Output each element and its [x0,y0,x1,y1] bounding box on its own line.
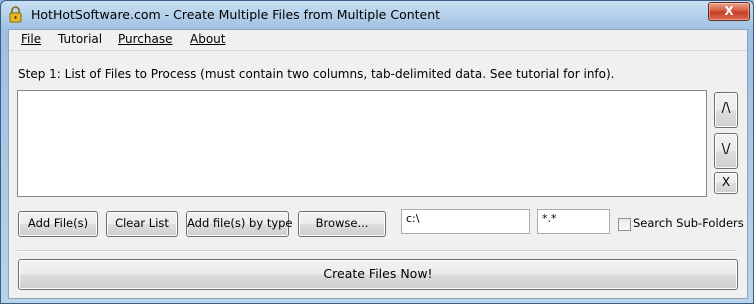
move-up-button[interactable]: /\ [714,92,738,128]
menu-bar: File Tutorial Purchase About [9,30,747,51]
close-button[interactable]: X [708,2,750,21]
menu-about[interactable]: About [190,32,225,46]
remove-icon: X [721,175,731,189]
search-subfolders-label: Search Sub-Folders [633,216,744,230]
menu-tutorial-label: Tutorial [58,32,103,46]
menu-file-label: File [21,32,42,46]
browse-button[interactable]: Browse... [298,211,386,237]
client-area: File Tutorial Purchase About Step 1: Lis… [8,29,748,299]
menu-about-label: About [190,32,226,46]
menu-file[interactable]: File [21,32,41,46]
clear-list-button[interactable]: Clear List [106,211,178,237]
separator [17,250,737,252]
move-down-button[interactable]: \/ [714,133,738,169]
app-window: HotHotSoftware.com - Create Multiple Fil… [0,0,754,304]
move-down-icon: \/ [721,142,731,157]
files-listbox[interactable] [17,90,707,197]
path-input[interactable]: c:\ [401,209,530,234]
close-icon: X [724,4,734,18]
create-files-button[interactable]: Create Files Now! [18,259,738,290]
window-title: HotHotSoftware.com - Create Multiple Fil… [31,7,441,22]
filter-input[interactable]: *.* [537,209,610,234]
add-by-type-button[interactable]: Add file(s) by type [186,211,293,237]
remove-item-button[interactable]: X [714,172,738,194]
move-up-icon: /\ [721,101,731,116]
menu-purchase[interactable]: Purchase [118,32,173,46]
search-subfolders-checkbox[interactable] [618,218,631,231]
step1-label: Step 1: List of Files to Process (must c… [18,67,615,81]
menu-tutorial[interactable]: Tutorial [58,32,102,46]
menu-purchase-label: Purchase [118,32,173,46]
title-bar[interactable]: HotHotSoftware.com - Create Multiple Fil… [1,1,753,29]
app-lock-icon [9,6,22,23]
add-files-button[interactable]: Add File(s) [18,211,98,237]
